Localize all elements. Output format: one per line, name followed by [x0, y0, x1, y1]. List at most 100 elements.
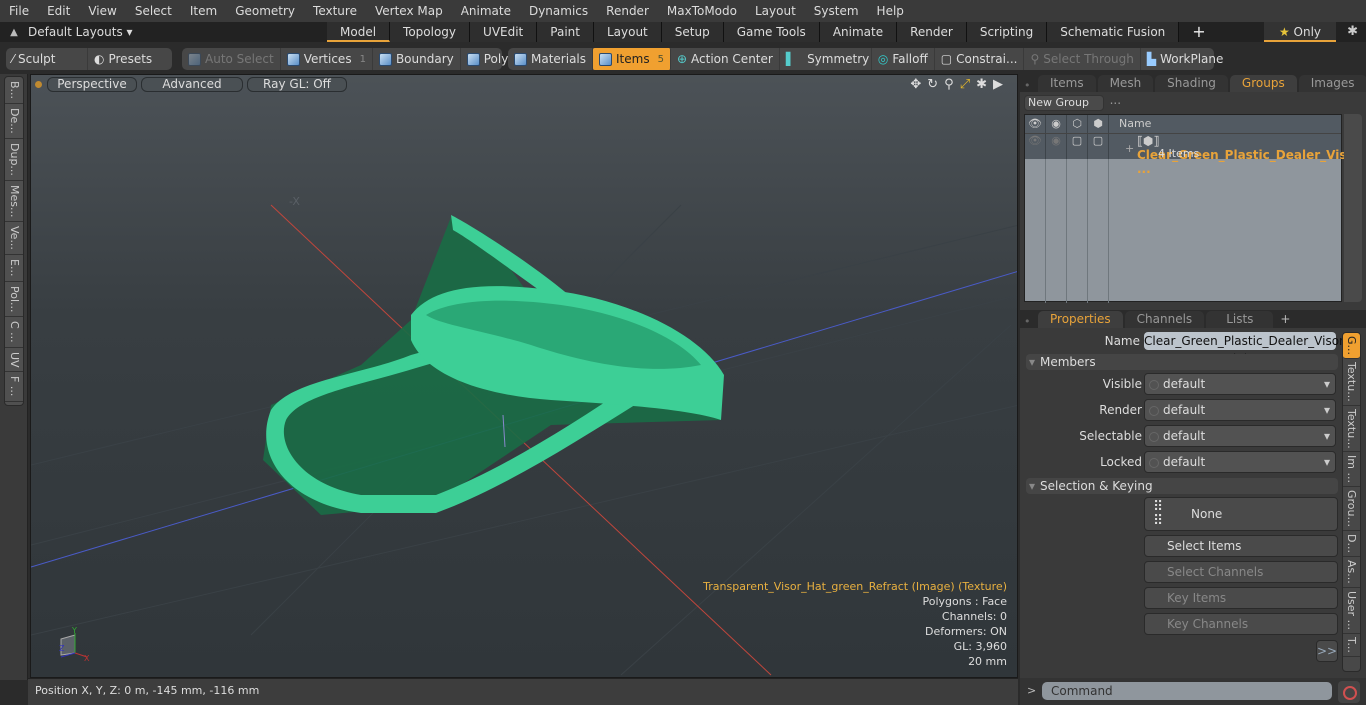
layout-tab-render[interactable]: Render: [897, 22, 967, 42]
left-tab[interactable]: De...: [5, 104, 23, 139]
raygl-button[interactable]: Ray GL: Off: [247, 76, 347, 92]
layout-tab-topology[interactable]: Topology: [390, 22, 471, 42]
panel-dot-icon[interactable]: •: [1020, 315, 1031, 328]
auto-select-button[interactable]: Auto Select: [182, 48, 281, 70]
select-cube-icon[interactable]: ⬢: [1088, 115, 1109, 133]
layout-tab-paint[interactable]: Paint: [537, 22, 594, 42]
vertices-button[interactable]: Vertices 1: [281, 48, 373, 70]
rotate-icon[interactable]: ↻: [927, 77, 938, 92]
members-section[interactable]: Members: [1026, 354, 1338, 370]
symmetry-button[interactable]: ▌ Symmetry: [780, 48, 872, 70]
side-tab[interactable]: Textu...: [1343, 359, 1360, 406]
name-field[interactable]: Clear_Green_Plastic_Dealer_Visor (6): [1144, 332, 1344, 366]
group-row[interactable]: 👁 ◉ ▢ ▢ + ⟦⬢⟧Clear_Green_Plastic_Dealer_…: [1025, 133, 1346, 176]
menu-select[interactable]: Select: [126, 0, 181, 22]
menu-system[interactable]: System: [805, 0, 868, 22]
3d-viewport[interactable]: -X Perspective Advanced Ray GL: Off ✥ ↻ …: [30, 74, 1018, 678]
none-button[interactable]: ⠿ ⠿ None: [1144, 497, 1338, 531]
falloff-button[interactable]: ◎ Falloff: [872, 48, 935, 70]
side-tab[interactable]: User ...: [1343, 588, 1360, 635]
layouts-dropdown[interactable]: Default Layouts ▾: [28, 25, 328, 39]
materials-button[interactable]: Materials: [508, 48, 594, 70]
key-items-button[interactable]: Key Items: [1144, 587, 1338, 609]
layout-tab-layout[interactable]: Layout: [593, 22, 662, 42]
key-channels-button[interactable]: Key Channels: [1144, 613, 1338, 635]
new-group-button[interactable]: New Group: [1024, 95, 1104, 111]
menu-geometry[interactable]: Geometry: [226, 0, 304, 22]
action-center-button[interactable]: ⊕ Action Center: [671, 48, 780, 70]
render-select[interactable]: default: [1144, 399, 1336, 421]
tab-channels[interactable]: Channels: [1124, 311, 1205, 328]
move-icon[interactable]: ✥: [910, 77, 921, 92]
left-tab[interactable]: Ve...: [5, 222, 23, 256]
row-eye-icon[interactable]: 👁: [1025, 134, 1046, 159]
lock-cube-icon[interactable]: ⬡: [1067, 115, 1088, 133]
layout-tab-setup[interactable]: Setup: [661, 22, 724, 42]
layout-tab-uvedit[interactable]: UVEdit: [470, 22, 538, 42]
add-layout-tab-icon[interactable]: +: [1179, 22, 1218, 42]
maximize-icon[interactable]: ⤢: [960, 77, 970, 92]
tab-lists[interactable]: Lists: [1206, 311, 1274, 328]
menu-layout[interactable]: Layout: [746, 0, 805, 22]
sculpt-button[interactable]: ⁄ Sculpt: [6, 48, 88, 70]
side-tab[interactable]: Textu...: [1343, 406, 1360, 453]
tab-images[interactable]: Images: [1298, 75, 1366, 92]
row-select-toggle[interactable]: ▢: [1088, 134, 1109, 159]
menu-file[interactable]: File: [0, 0, 38, 22]
side-tab[interactable]: Im ...: [1343, 452, 1360, 488]
layout-tab-scripting[interactable]: Scripting: [966, 22, 1048, 42]
gear-icon[interactable]: ✱: [1347, 24, 1358, 39]
side-tab[interactable]: T...: [1343, 634, 1360, 658]
presets-button[interactable]: ◐ Presets: [88, 48, 158, 70]
only-toggle[interactable]: ★ Only: [1264, 22, 1336, 42]
tab-properties[interactable]: Properties: [1038, 311, 1123, 328]
selection-keying-section[interactable]: Selection & Keying: [1026, 478, 1338, 494]
row-render-icon[interactable]: ◉: [1046, 134, 1067, 159]
left-tab[interactable]: E...: [5, 255, 23, 282]
boundary-button[interactable]: Boundary: [373, 48, 461, 70]
more-button[interactable]: >>: [1316, 640, 1338, 662]
menu-dynamics[interactable]: Dynamics: [520, 0, 597, 22]
view-mode-button[interactable]: Perspective: [47, 76, 137, 92]
left-tab[interactable]: C ...: [5, 317, 23, 348]
select-through-button[interactable]: ⚲ Select Through: [1024, 48, 1141, 70]
row-lock-toggle[interactable]: ▢: [1067, 134, 1088, 159]
select-items-button[interactable]: Select Items: [1144, 535, 1338, 557]
menu-item[interactable]: Item: [181, 0, 226, 22]
menu-help[interactable]: Help: [868, 0, 913, 22]
menu-view[interactable]: View: [79, 0, 125, 22]
side-tab[interactable]: D...: [1343, 531, 1360, 558]
visible-select[interactable]: default: [1144, 373, 1336, 395]
menu-edit[interactable]: Edit: [38, 0, 79, 22]
tab-mesh[interactable]: Mesh ...: [1097, 75, 1154, 107]
side-tab[interactable]: As...: [1343, 557, 1360, 589]
left-tab[interactable]: Mes...: [5, 181, 23, 223]
tab-items[interactable]: Items: [1038, 75, 1096, 92]
expand-plus-icon[interactable]: +: [1125, 142, 1134, 155]
menu-animate[interactable]: Animate: [452, 0, 520, 22]
zoom-icon[interactable]: ⚲: [944, 77, 954, 92]
tab-groups[interactable]: Groups: [1229, 75, 1297, 92]
side-tab[interactable]: Grou...: [1343, 487, 1360, 532]
shading-button[interactable]: Advanced: [141, 76, 243, 92]
items-button[interactable]: Items 5: [593, 48, 671, 70]
constraints-button[interactable]: ▢ Constrai...: [935, 48, 1025, 70]
add-tab-icon[interactable]: +: [1275, 311, 1295, 328]
side-tab[interactable]: G...: [1343, 333, 1360, 360]
record-icon[interactable]: [1338, 681, 1360, 703]
panel-dot-icon[interactable]: •: [1020, 79, 1031, 92]
locked-select[interactable]: default: [1144, 451, 1336, 473]
layout-tab-schematic-fusion[interactable]: Schematic Fusion: [1047, 22, 1180, 42]
tab-shading[interactable]: Shading: [1155, 75, 1228, 92]
layout-tab-model[interactable]: Model: [327, 22, 391, 42]
left-tab[interactable]: B...: [5, 77, 23, 105]
menu-render[interactable]: Render: [597, 0, 658, 22]
left-tab[interactable]: Dup...: [5, 139, 23, 181]
left-tab[interactable]: F ...: [5, 372, 23, 402]
menu-vertex-map[interactable]: Vertex Map: [366, 0, 452, 22]
groups-scrollbar[interactable]: [1344, 114, 1362, 302]
left-tab[interactable]: Pol...: [5, 282, 23, 318]
left-tab[interactable]: UV: [5, 348, 23, 373]
collapse-icon[interactable]: ▲: [0, 27, 28, 38]
menu-maxtomodo[interactable]: MaxToModo: [658, 0, 746, 22]
